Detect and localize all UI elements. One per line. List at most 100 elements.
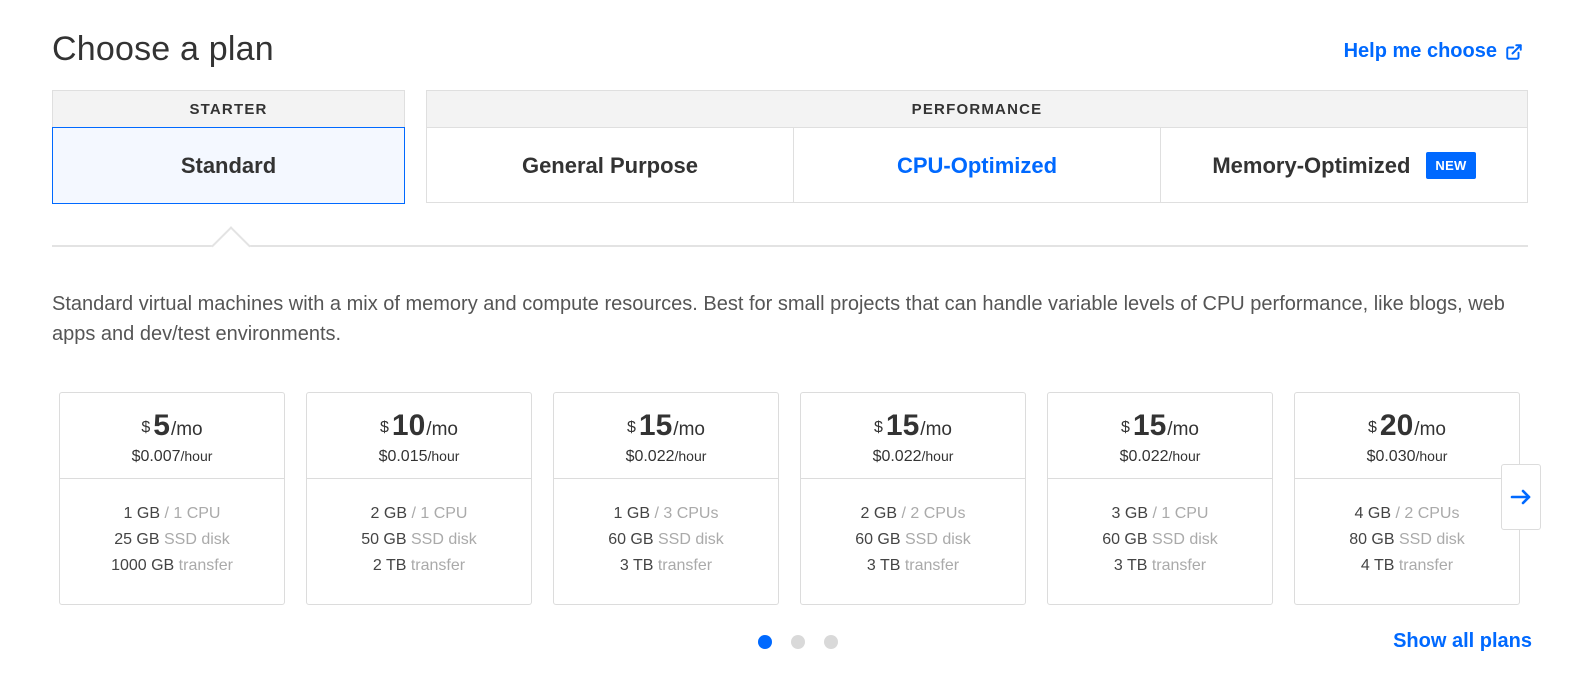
help-me-choose-link[interactable]: Help me choose xyxy=(1344,40,1523,63)
plan-specs: 3 GB / 1 CPU 60 GB SSD disk 3 TB transfe… xyxy=(1048,479,1272,579)
hourly-amount: $0.030 xyxy=(1366,448,1416,465)
plan-card[interactable]: $15/mo $0.022/hour 1 GB / 3 CPUs 60 GB S… xyxy=(553,392,779,605)
hourly-unit: /hour xyxy=(674,448,707,464)
spec-disk-size: 60 GB xyxy=(855,531,901,548)
price-period: /mo xyxy=(426,419,458,440)
price-amount: 15 xyxy=(1132,409,1167,442)
spec-disk-size: 80 GB xyxy=(1349,531,1395,548)
tab-general-purpose[interactable]: General Purpose xyxy=(427,128,793,203)
hourly-unit: /hour xyxy=(427,448,460,464)
plan-description: Standard virtual machines with a mix of … xyxy=(52,293,1505,345)
hourly-unit: /hour xyxy=(921,448,954,464)
spec-memory: 3 GB xyxy=(1111,505,1148,522)
pagination-dots xyxy=(758,635,838,649)
plan-monthly-price: $10/mo xyxy=(307,409,531,447)
hourly-amount: $0.007 xyxy=(131,448,181,465)
plan-monthly-price: $15/mo xyxy=(1048,409,1272,447)
plan-monthly-price: $15/mo xyxy=(554,409,778,447)
spec-transfer-amount: 3 TB xyxy=(1113,557,1148,574)
pagination-dot[interactable] xyxy=(824,635,838,649)
price-period: /mo xyxy=(920,419,952,440)
price-amount: 10 xyxy=(391,409,426,442)
pagination-dot[interactable] xyxy=(791,635,805,649)
hourly-unit: /hour xyxy=(1415,448,1448,464)
spec-disk-label: SSD disk xyxy=(905,531,971,548)
spec-transfer-amount: 2 TB xyxy=(372,557,407,574)
plan-price-block: $15/mo $0.022/hour xyxy=(1048,393,1272,479)
plan-card[interactable]: $15/mo $0.022/hour 2 GB / 2 CPUs 60 GB S… xyxy=(800,392,1026,605)
plan-card[interactable]: $10/mo $0.015/hour 2 GB / 1 CPU 50 GB SS… xyxy=(306,392,532,605)
price-amount: 15 xyxy=(885,409,920,442)
spec-memory-cpu: 1 GB / 3 CPUs xyxy=(554,501,778,527)
spec-transfer-amount: 3 TB xyxy=(619,557,654,574)
spec-cpu: / 2 CPUs xyxy=(1395,505,1460,522)
spec-disk-label: SSD disk xyxy=(411,531,477,548)
spec-transfer-amount: 1000 GB xyxy=(111,557,175,574)
tab-memory-optimized-label: Memory-Optimized xyxy=(1212,152,1411,178)
plan-hourly-price: $0.007/hour xyxy=(60,448,284,466)
active-tab-pointer xyxy=(211,226,251,266)
currency-symbol: $ xyxy=(627,419,636,436)
hourly-unit: /hour xyxy=(180,448,213,464)
spec-transfer-label: transfer xyxy=(657,557,713,574)
plan-monthly-price: $20/mo xyxy=(1295,409,1519,447)
currency-symbol: $ xyxy=(380,419,389,436)
plan-cards: $5/mo $0.007/hour 1 GB / 1 CPU 25 GB SSD… xyxy=(59,392,1520,605)
price-amount: 5 xyxy=(153,409,170,442)
pagination-dot[interactable] xyxy=(758,635,772,649)
starter-group: STARTER Standard xyxy=(52,90,405,204)
currency-symbol: $ xyxy=(1368,419,1377,436)
help-me-choose-label: Help me choose xyxy=(1343,40,1497,62)
spec-memory-cpu: 2 GB / 2 CPUs xyxy=(801,501,1025,527)
tab-standard[interactable]: Standard xyxy=(52,127,405,204)
spec-memory-cpu: 3 GB / 1 CPU xyxy=(1048,501,1272,527)
plan-card[interactable]: $20/mo $0.030/hour 4 GB / 2 CPUs 80 GB S… xyxy=(1294,392,1520,605)
price-period: /mo xyxy=(1167,419,1199,440)
spec-cpu: / 3 CPUs xyxy=(654,505,719,522)
spec-memory: 1 GB xyxy=(123,505,160,522)
spec-disk: 50 GB SSD disk xyxy=(307,527,531,553)
spec-transfer: 3 TB transfer xyxy=(1048,553,1272,579)
plan-hourly-price: $0.022/hour xyxy=(1048,448,1272,466)
hourly-amount: $0.022 xyxy=(625,448,675,465)
plan-hourly-price: $0.030/hour xyxy=(1295,448,1519,466)
plan-hourly-price: $0.022/hour xyxy=(801,448,1025,466)
price-period: /mo xyxy=(673,419,705,440)
show-all-plans-link[interactable]: Show all plans xyxy=(1393,630,1532,653)
spec-memory: 1 GB xyxy=(613,505,650,522)
tab-cpu-optimized[interactable]: CPU-Optimized xyxy=(793,128,1160,203)
spec-transfer: 2 TB transfer xyxy=(307,553,531,579)
plan-monthly-price: $15/mo xyxy=(801,409,1025,447)
arrow-right-icon xyxy=(1510,489,1531,505)
plan-price-block: $15/mo $0.022/hour xyxy=(801,393,1025,479)
spec-disk-size: 25 GB xyxy=(114,531,160,548)
price-amount: 20 xyxy=(1379,409,1414,442)
plan-price-block: $15/mo $0.022/hour xyxy=(554,393,778,479)
plan-card[interactable]: $15/mo $0.022/hour 3 GB / 1 CPU 60 GB SS… xyxy=(1047,392,1273,605)
spec-transfer-label: transfer xyxy=(178,557,233,574)
hourly-amount: $0.022 xyxy=(1119,448,1169,465)
plan-specs: 1 GB / 3 CPUs 60 GB SSD disk 3 TB transf… xyxy=(554,479,778,579)
spec-disk: 60 GB SSD disk xyxy=(554,527,778,553)
spec-cpu: / 1 CPU xyxy=(411,505,468,522)
spec-disk: 60 GB SSD disk xyxy=(1048,527,1272,553)
next-plans-button[interactable] xyxy=(1501,464,1541,530)
plan-price-block: $5/mo $0.007/hour xyxy=(60,393,284,479)
spec-cpu: / 1 CPU xyxy=(164,505,221,522)
spec-disk-size: 50 GB xyxy=(361,531,407,548)
spec-transfer: 3 TB transfer xyxy=(801,553,1025,579)
price-period: /mo xyxy=(1414,419,1446,440)
tab-memory-optimized[interactable]: Memory-Optimized NEW xyxy=(1160,128,1527,203)
spec-disk-label: SSD disk xyxy=(658,531,724,548)
spec-transfer: 4 TB transfer xyxy=(1295,553,1519,579)
spec-memory: 4 GB xyxy=(1354,505,1391,522)
spec-transfer-label: transfer xyxy=(904,557,960,574)
spec-cpu: / 1 CPU xyxy=(1152,505,1209,522)
currency-symbol: $ xyxy=(141,419,151,436)
spec-transfer-label: transfer xyxy=(1151,557,1207,574)
plan-specs: 2 GB / 2 CPUs 60 GB SSD disk 3 TB transf… xyxy=(801,479,1025,579)
spec-memory-cpu: 2 GB / 1 CPU xyxy=(307,501,531,527)
plan-card[interactable]: $5/mo $0.007/hour 1 GB / 1 CPU 25 GB SSD… xyxy=(59,392,285,605)
plan-price-block: $20/mo $0.030/hour xyxy=(1295,393,1519,479)
spec-disk-label: SSD disk xyxy=(1399,531,1465,548)
